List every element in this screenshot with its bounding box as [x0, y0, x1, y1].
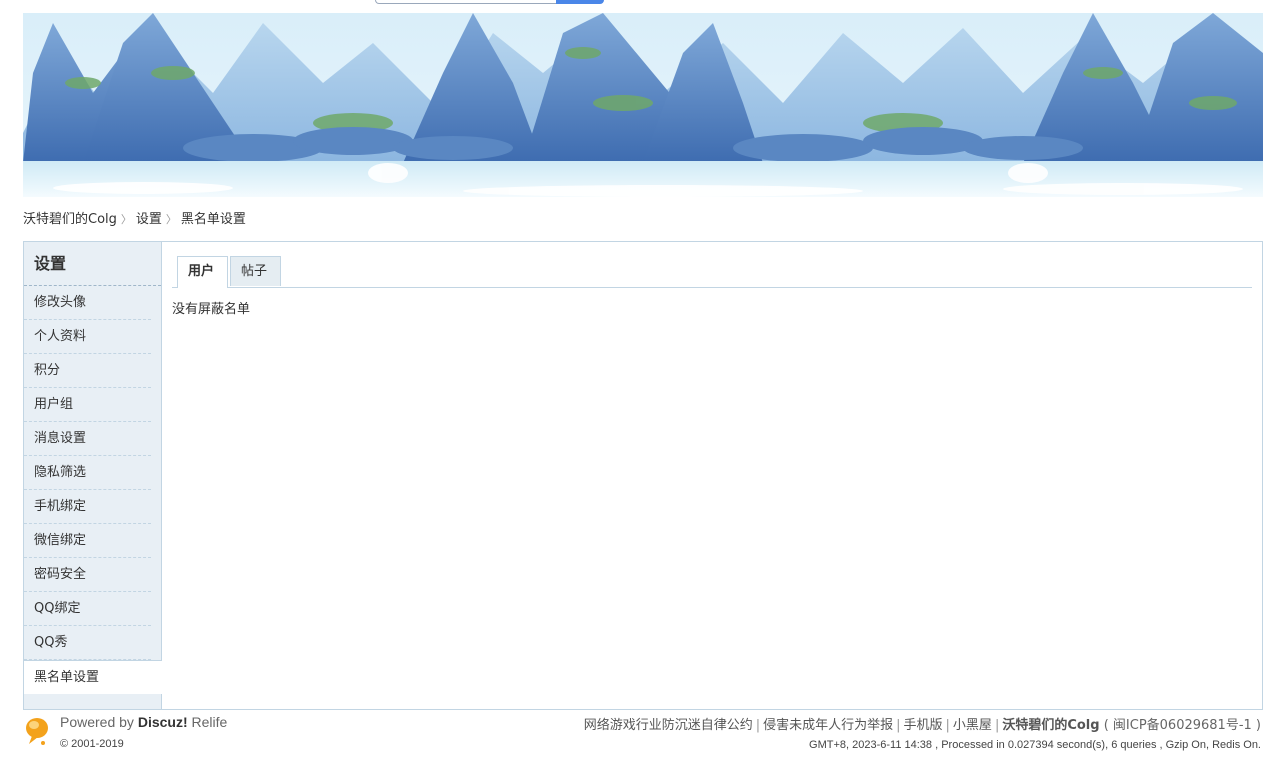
- tab-user[interactable]: 用户: [177, 256, 228, 288]
- tab-post[interactable]: 帖子: [230, 256, 281, 286]
- search-button[interactable]: [556, 0, 604, 4]
- footer-divider: |: [896, 718, 901, 733]
- footer-link-mobile[interactable]: 手机版: [904, 718, 943, 733]
- sidebar-item-profile[interactable]: 个人资料: [24, 320, 151, 354]
- powered-suffix: Relife: [187, 714, 228, 730]
- sidebar-item-notifications[interactable]: 消息设置: [24, 422, 151, 456]
- footer-links: 网络游戏行业防沉迷自律公约 | 侵害未成年人行为举报 | 手机版 | 小黑屋 | 沃特碧们的Co…: [584, 714, 1261, 733]
- footer-divider: |: [755, 718, 761, 733]
- powered-brand-link[interactable]: Discuz!: [138, 714, 188, 730]
- powered-prefix: Powered by: [60, 714, 138, 730]
- discuz-logo-icon: [26, 718, 48, 745]
- sidebar-title: 设置: [24, 242, 161, 286]
- sidebar-item-password-security[interactable]: 密码安全: [24, 558, 151, 592]
- footer-link-report[interactable]: 侵害未成年人行为举报: [763, 718, 893, 733]
- settings-panel: 设置 修改头像 个人资料 积分 用户组 消息设置 隐私筛选 手机绑定 微信绑定 …: [23, 241, 1263, 710]
- sidebar-item-qq-binding[interactable]: QQ绑定: [24, 592, 151, 626]
- footer-icp[interactable]: ( 闽ICP备06029681号-1 ): [1104, 718, 1261, 733]
- breadcrumb-settings-link[interactable]: 设置: [136, 212, 162, 227]
- sidebar-item-phone-binding[interactable]: 手机绑定: [24, 490, 151, 524]
- search-input[interactable]: [375, 0, 557, 4]
- sidebar-item-usergroup[interactable]: 用户组: [24, 388, 151, 422]
- search-bar-remnant[interactable]: [375, 0, 605, 4]
- blacklist-content: 用户 帖子 没有屏蔽名单: [172, 256, 1252, 317]
- breadcrumb-separator: 〉: [120, 213, 132, 226]
- breadcrumb-separator: 〉: [165, 213, 177, 226]
- mountain-landscape-image: [23, 13, 1263, 197]
- sidebar-item-credits[interactable]: 积分: [24, 354, 151, 388]
- footer-stats: GMT+8, 2023-6-11 14:38 , Processed in 0.…: [809, 739, 1261, 751]
- footer-link-blackroom[interactable]: 小黑屋: [953, 718, 992, 733]
- footer-site-name[interactable]: 沃特碧们的Colg: [1002, 718, 1099, 733]
- copyright-text: © 2001-2019: [60, 738, 124, 750]
- sidebar-item-blacklist[interactable]: 黑名单设置: [24, 660, 162, 694]
- footer-links-area: 网络游戏行业防沉迷自律公约 | 侵害未成年人行为举报 | 手机版 | 小黑屋 | 沃特碧们的Co…: [584, 714, 1261, 751]
- sidebar-item-privacy[interactable]: 隐私筛选: [24, 456, 151, 490]
- header-banner: [23, 13, 1263, 197]
- empty-blacklist-message: 没有屏蔽名单: [172, 302, 251, 317]
- sidebar-item-qq-show[interactable]: QQ秀: [24, 626, 151, 660]
- footer-divider: |: [994, 718, 1000, 733]
- footer-divider: |: [945, 718, 950, 733]
- footer-link-anti-addiction[interactable]: 网络游戏行业防沉迷自律公约: [584, 718, 753, 733]
- sidebar-menu: 修改头像 个人资料 积分 用户组 消息设置 隐私筛选 手机绑定 微信绑定 密码安…: [24, 286, 162, 694]
- settings-sidebar: 设置 修改头像 个人资料 积分 用户组 消息设置 隐私筛选 手机绑定 微信绑定 …: [24, 242, 162, 709]
- powered-by-text: Powered by Discuz! Relife: [60, 714, 227, 730]
- breadcrumb-current: 黑名单设置: [180, 212, 246, 227]
- sidebar-item-wechat-binding[interactable]: 微信绑定: [24, 524, 151, 558]
- sidebar-item-avatar[interactable]: 修改头像: [24, 286, 151, 320]
- breadcrumb-home-link[interactable]: 沃特碧们的Colg: [23, 212, 117, 227]
- blacklist-tabs: 用户 帖子: [172, 256, 1252, 288]
- breadcrumb: 沃特碧们的Colg 〉设置〉黑名单设置: [23, 211, 246, 229]
